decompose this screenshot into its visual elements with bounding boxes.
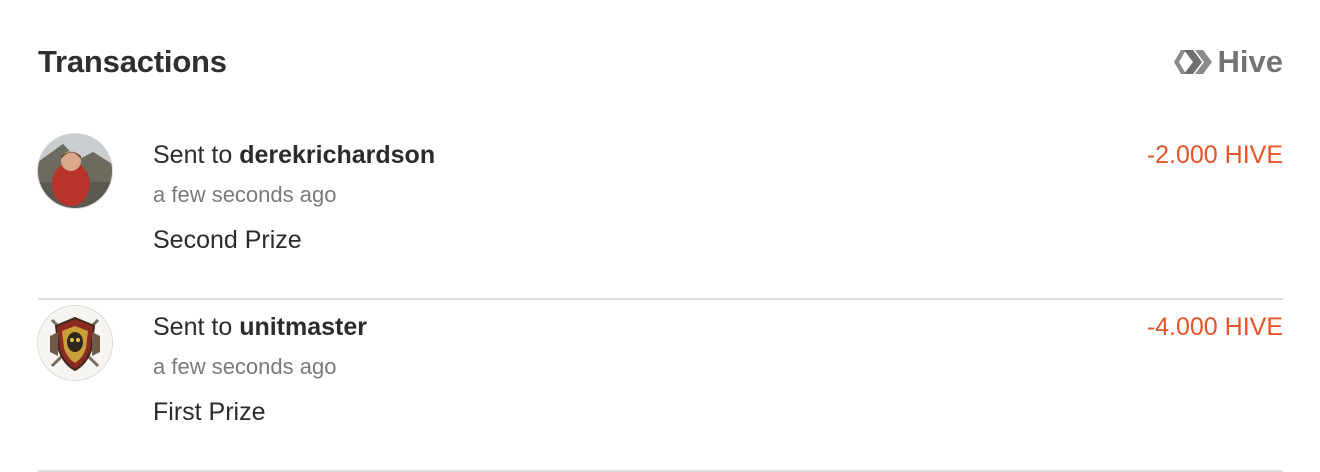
transaction-amount: -4.000 HIVE — [1146, 313, 1283, 341]
transaction-amount: -2.000 HIVE — [1146, 141, 1283, 169]
user-avatar-photo — [38, 134, 112, 208]
transaction-details: Sent to unitmaster a few seconds ago Fir… — [153, 312, 853, 427]
panel-header: Transactions Hive — [38, 0, 1283, 120]
transaction-list: Sent to derekrichardson a few seconds ag… — [38, 128, 1283, 472]
recipient-avatar[interactable] — [38, 134, 112, 208]
transaction-summary: Sent to derekrichardson — [153, 140, 853, 170]
recipient-link[interactable]: derekrichardson — [239, 141, 435, 169]
page-title: Transactions — [38, 44, 227, 79]
recipient-avatar[interactable] — [38, 306, 112, 380]
transaction-memo: Second Prize — [153, 226, 302, 254]
brand-name: Hive — [1217, 44, 1283, 79]
transaction-timestamp: a few seconds ago — [153, 182, 337, 207]
transaction-prefix: Sent to — [153, 313, 233, 341]
recipient-link[interactable]: unitmaster — [239, 313, 367, 341]
transaction-timestamp: a few seconds ago — [153, 354, 337, 379]
hive-logo-icon — [1173, 50, 1212, 74]
transaction-row[interactable]: Sent to derekrichardson a few seconds ag… — [38, 128, 1283, 300]
transaction-details: Sent to derekrichardson a few seconds ag… — [153, 140, 853, 255]
transactions-panel: Transactions Hive Sent to derekrichardso… — [38, 0, 1283, 472]
user-avatar-shield-emblem — [38, 306, 112, 380]
transaction-prefix: Sent to — [153, 141, 233, 169]
transaction-summary: Sent to unitmaster — [153, 312, 853, 342]
hive-brand: Hive — [1173, 44, 1283, 80]
transaction-row[interactable]: Sent to unitmaster a few seconds ago Fir… — [38, 300, 1283, 472]
transaction-memo: First Prize — [153, 398, 266, 426]
